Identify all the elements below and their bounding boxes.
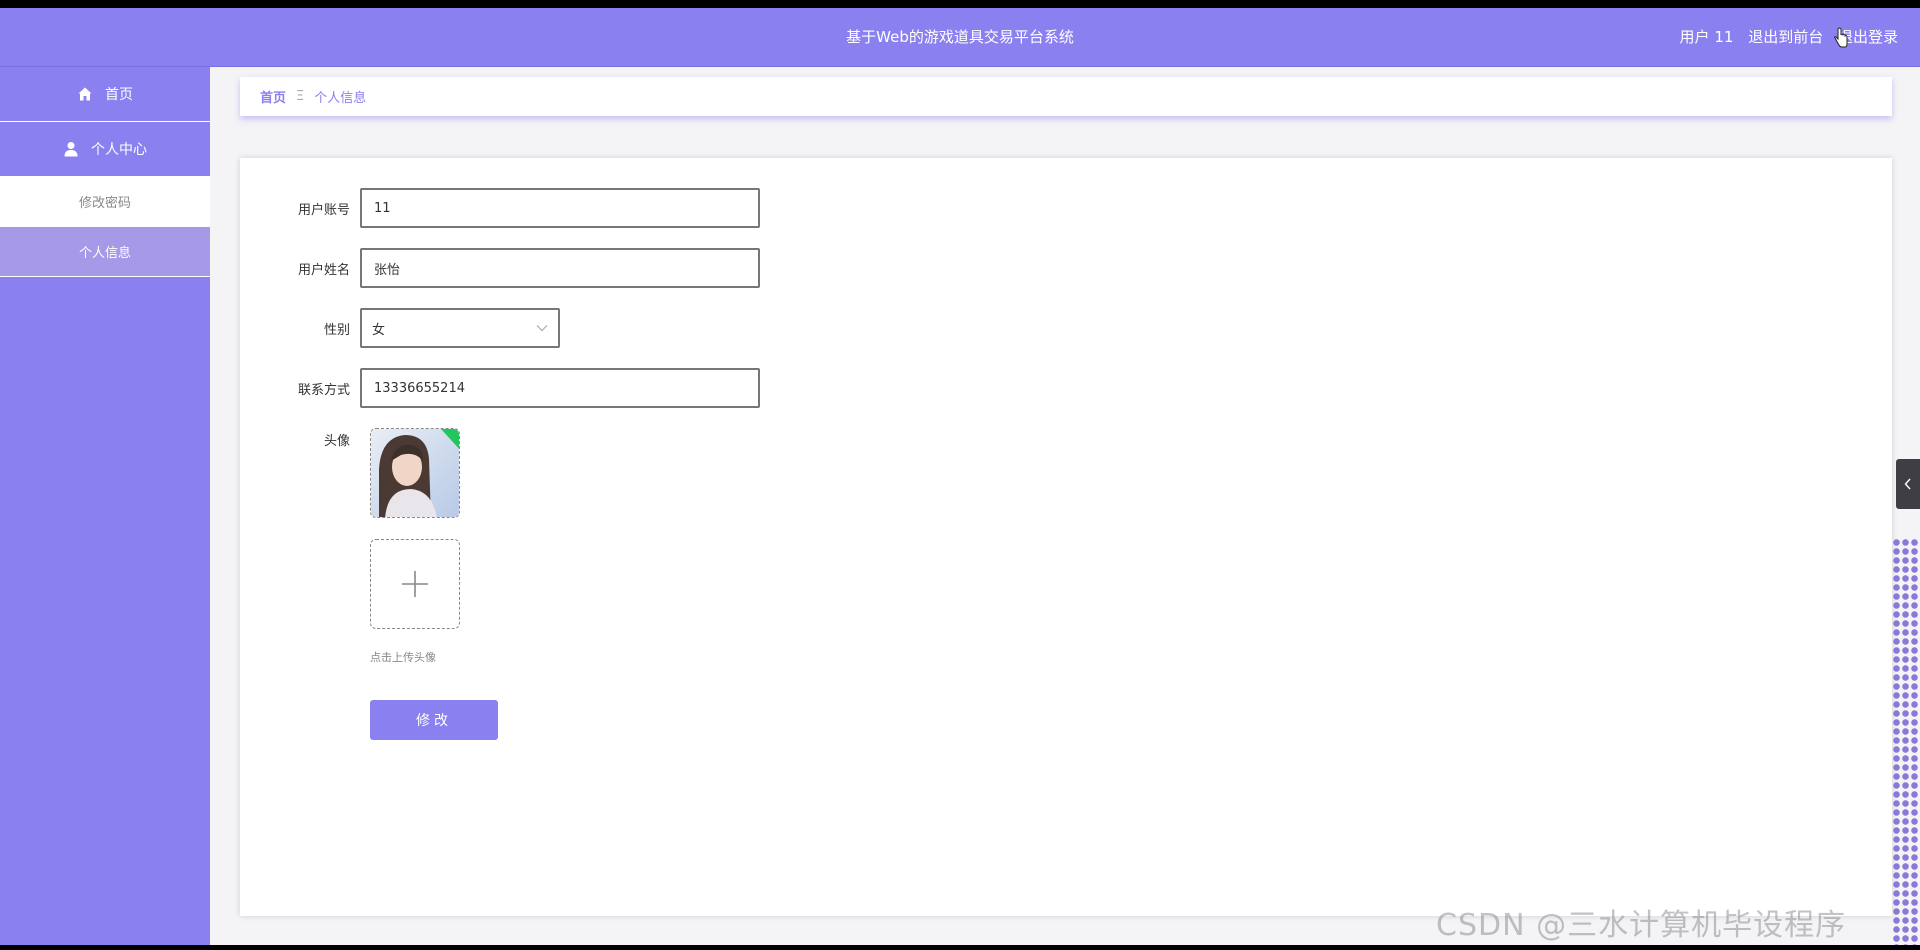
form-row-name: 用户姓名 张怡 bbox=[240, 248, 760, 288]
phone-label: 联系方式 bbox=[297, 382, 350, 398]
avatar-upload-button[interactable] bbox=[370, 539, 460, 629]
name-label: 用户姓名 bbox=[297, 262, 350, 278]
home-icon bbox=[78, 87, 92, 101]
gender-label: 性别 bbox=[323, 322, 350, 338]
user-icon bbox=[64, 142, 78, 157]
sidebar: 首页 个人中心 修改密码 个人信息 bbox=[0, 67, 210, 945]
gender-selected-value: 女 bbox=[372, 322, 386, 338]
breadcrumb-separator: Ξ bbox=[296, 89, 305, 104]
personal-info-form: 用户账号 11 用户姓名 张怡 性别 女 联系方式 13336655214 头像 bbox=[240, 158, 1892, 916]
back-to-front-link[interactable]: 退出到前台 bbox=[1748, 28, 1823, 46]
sidebar-item-personal-center[interactable]: 个人中心 bbox=[0, 122, 210, 177]
decorative-dot-pattern bbox=[1892, 538, 1920, 945]
collapse-panel-toggle[interactable] bbox=[1896, 459, 1920, 509]
hand-cursor-icon bbox=[1834, 27, 1848, 48]
gender-select[interactable]: 女 bbox=[360, 308, 560, 348]
chevron-down-icon bbox=[536, 325, 548, 332]
current-user-label: 用户 11 bbox=[1679, 28, 1734, 46]
plus-icon bbox=[402, 571, 428, 597]
form-row-phone: 联系方式 13336655214 bbox=[240, 368, 760, 408]
sidebar-item-label: 个人中心 bbox=[91, 142, 147, 158]
sidebar-subitem-personal-info[interactable]: 个人信息 bbox=[0, 227, 210, 277]
form-row-account: 用户账号 11 bbox=[240, 188, 760, 228]
avatar-image bbox=[371, 429, 459, 517]
upload-hint: 点击上传头像 bbox=[370, 651, 436, 664]
avatar-preview[interactable] bbox=[370, 428, 460, 518]
form-row-gender: 性别 女 bbox=[240, 308, 560, 348]
name-input[interactable]: 张怡 bbox=[360, 248, 760, 288]
phone-input[interactable]: 13336655214 bbox=[360, 368, 760, 408]
sidebar-item-label: 首页 bbox=[105, 87, 133, 103]
form-row-avatar: 头像 bbox=[240, 430, 360, 449]
watermark-text: CSDN @三水计算机毕设程序 bbox=[1436, 908, 1847, 943]
chevron-left-icon bbox=[1904, 478, 1911, 490]
breadcrumb-current: 个人信息 bbox=[314, 91, 367, 106]
app-window: 基于Web的游戏道具交易平台系统 用户 11 退出到前台 退出登录 首页 个人中… bbox=[0, 8, 1920, 945]
breadcrumb-home[interactable]: 首页 bbox=[260, 87, 286, 106]
sidebar-subitem-change-password[interactable]: 修改密码 bbox=[0, 177, 210, 227]
header-actions: 用户 11 退出到前台 退出登录 bbox=[1670, 8, 1898, 67]
sidebar-item-home[interactable]: 首页 bbox=[0, 67, 210, 122]
account-input[interactable]: 11 bbox=[360, 188, 760, 228]
account-label: 用户账号 bbox=[297, 202, 350, 218]
submit-button[interactable]: 修改 bbox=[370, 700, 498, 740]
breadcrumb: 首页 Ξ 个人信息 bbox=[240, 77, 1892, 116]
top-header: 基于Web的游戏道具交易平台系统 用户 11 退出到前台 退出登录 bbox=[0, 8, 1920, 67]
avatar-label: 头像 bbox=[323, 434, 350, 449]
site-title: 基于Web的游戏道具交易平台系统 bbox=[846, 28, 1074, 46]
